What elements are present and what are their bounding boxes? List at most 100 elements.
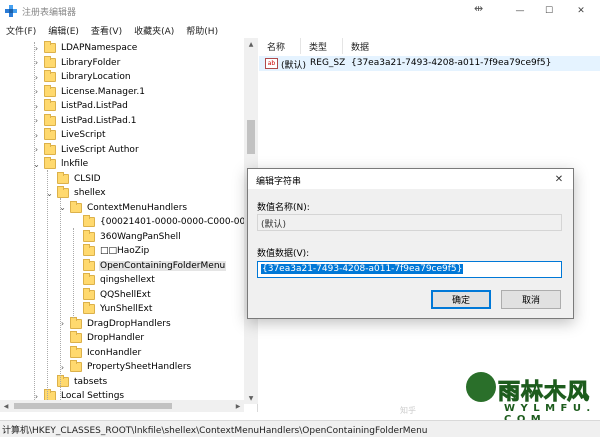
value-data-input[interactable]: {37ea3a21-7493-4208-a011-7f9ea79ce9f5} (257, 261, 562, 278)
tree-item[interactable]: OpenContainingFolderMenu (71, 258, 227, 274)
registry-tree[interactable]: › LDAPNamespace › LibraryFolder › LibraryLoca… (0, 38, 258, 412)
tree-item-label: DropHandler (87, 333, 145, 344)
ok-button[interactable]: 确定 (431, 290, 491, 309)
folder-icon (70, 316, 82, 329)
tree-item[interactable]: {00021401-0000-0000-C000-000000000046} (71, 215, 257, 230)
folder-icon (44, 128, 56, 141)
watermark-text: 雨林木风 (497, 380, 591, 406)
menu-file[interactable]: 文件(F) (0, 24, 42, 37)
tree-item[interactable]: › DragDropHandlers (58, 316, 172, 332)
cancel-button[interactable]: 取消 (501, 290, 561, 309)
value-name-field: (默认) (257, 214, 562, 231)
tree-item[interactable]: 360WangPanShell (71, 229, 182, 245)
dialog-close-button[interactable]: ✕ (545, 169, 573, 189)
folder-icon (83, 215, 95, 228)
tree-item[interactable]: › LDAPNamespace (32, 41, 138, 56)
tree-item[interactable]: › PropertySheetHandlers (58, 360, 192, 375)
value-name-label: 数值名称(N): (257, 203, 310, 213)
folder-icon (70, 200, 82, 213)
column-header-name[interactable]: 名称 (259, 38, 301, 54)
folder-icon (44, 142, 56, 155)
tree-item-label: lnkfile (61, 159, 89, 170)
tree-item[interactable]: › LiveScript Author (32, 142, 140, 158)
watermark-emblem-icon (466, 372, 496, 402)
edit-string-dialog: 编辑字符串 ✕ 数值名称(N): (默认) 数值数据(V): {37ea3a21… (247, 168, 574, 319)
folder-icon (44, 84, 56, 97)
scroll-down-icon[interactable]: ▼ (244, 392, 258, 404)
tree-item-label: License.Manager.1 (61, 86, 146, 97)
tree-item-label: DragDropHandlers (87, 318, 171, 329)
folder-icon (44, 41, 56, 54)
tree-item[interactable]: ⌄ lnkfile (32, 157, 89, 172)
menu-view[interactable]: 查看(V) (85, 24, 128, 37)
tree-item[interactable]: QQShellExt (71, 287, 152, 303)
tree-item[interactable]: › ListPad.ListPad (32, 99, 129, 114)
scroll-left-icon[interactable]: ◀ (0, 400, 12, 412)
folder-icon (83, 258, 95, 271)
tree-item[interactable]: › LiveScript (32, 128, 106, 143)
value-type: REG_SZ (310, 58, 346, 68)
tree-item[interactable]: › LibraryFolder (32, 55, 121, 71)
tree-item[interactable]: ⌄ shellex (45, 186, 107, 201)
folder-icon (83, 273, 95, 286)
tree-item-label: ListPad.ListPad.1 (61, 115, 137, 126)
watermark-logo: 雨林木风 W Y L M F U . C O M (466, 370, 596, 425)
dialog-title-bar: 编辑字符串 ✕ (248, 169, 573, 189)
tree-item[interactable]: › ListPad.ListPad.1 (32, 113, 137, 129)
minimize-button[interactable]: — (506, 0, 534, 22)
menu-help[interactable]: 帮助(H) (180, 24, 224, 37)
scroll-up-icon[interactable]: ▲ (244, 38, 258, 50)
tree-item[interactable]: □□HaoZip (71, 244, 150, 259)
tree-item[interactable]: IconHandler (58, 345, 142, 361)
faint-watermark: 知乎 (400, 406, 416, 415)
tree-item-label: CLSID (74, 173, 101, 184)
folder-icon (44, 99, 56, 112)
tree-item-label: OpenContainingFolderMenu (99, 260, 227, 271)
title-bar: 注册表编辑器 ⇹ — ☐ ✕ (0, 0, 600, 22)
tree-item[interactable]: CLSID (45, 171, 102, 187)
folder-icon (70, 360, 82, 373)
tree-item[interactable]: tabsets (45, 374, 108, 390)
tree-item-label: PropertySheetHandlers (87, 362, 192, 373)
tree-item[interactable]: › LibraryLocation (32, 70, 132, 85)
tree-guide-line (73, 228, 74, 318)
tree-item-label: ContextMenuHandlers (87, 202, 188, 213)
folder-icon (44, 113, 56, 126)
status-path: 计算机\HKEY_CLASSES_ROOT\lnkfile\shellex\Co… (2, 425, 428, 436)
column-header-data[interactable]: 数据 (343, 38, 503, 54)
value-data: {37ea3a21-7493-4208-a011-7f9ea79ce9f5} (351, 58, 552, 68)
maximize-button[interactable]: ☐ (535, 0, 563, 22)
value-data-label: 数值数据(V): (257, 249, 310, 259)
tree-item[interactable]: DropHandler (58, 331, 145, 346)
menu-favorites[interactable]: 收藏夹(A) (128, 24, 180, 37)
dialog-title: 编辑字符串 (256, 177, 302, 187)
scroll-right-icon[interactable]: ▶ (232, 400, 244, 412)
tree-item-label: LiveScript Author (61, 144, 139, 155)
scroll-thumb[interactable] (247, 120, 255, 154)
move-cursor-icon: ⇹ (474, 2, 484, 15)
tree-item[interactable]: › License.Manager.1 (32, 84, 146, 100)
column-header-type[interactable]: 类型 (301, 38, 343, 54)
tree-item[interactable]: YunShellExt (71, 302, 153, 317)
tree-item-label: qingshellext (100, 275, 155, 286)
value-data-text: {37ea3a21-7493-4208-a011-7f9ea79ce9f5} (261, 264, 464, 274)
folder-icon (57, 374, 69, 387)
menu-bar: 文件(F) 编辑(E) 查看(V) 收藏夹(A) 帮助(H) (0, 22, 600, 38)
tree-item[interactable]: ⌄ ContextMenuHandlers (58, 200, 188, 216)
value-row-default[interactable]: ab (默认) REG_SZ {37ea3a21-7493-4208-a011-… (259, 56, 600, 71)
menu-edit[interactable]: 编辑(E) (42, 24, 85, 37)
window-title: 注册表编辑器 (22, 8, 77, 18)
string-value-icon: ab (265, 58, 278, 69)
no-expander (71, 218, 80, 227)
tree-item-label: YunShellExt (100, 304, 153, 315)
folder-icon (44, 157, 56, 170)
tree-guide-line (34, 42, 35, 412)
tree-item-label: shellex (74, 188, 106, 199)
tree-item-label: 360WangPanShell (100, 231, 181, 242)
tree-horizontal-scrollbar[interactable]: ◀ ▶ (0, 400, 244, 412)
tree-guide-line (47, 170, 48, 412)
close-window-button[interactable]: ✕ (567, 0, 595, 22)
status-bar: 计算机\HKEY_CLASSES_ROOT\lnkfile\shellex\Co… (0, 420, 600, 437)
hscroll-thumb[interactable] (14, 403, 172, 409)
tree-item[interactable]: qingshellext (71, 273, 156, 288)
